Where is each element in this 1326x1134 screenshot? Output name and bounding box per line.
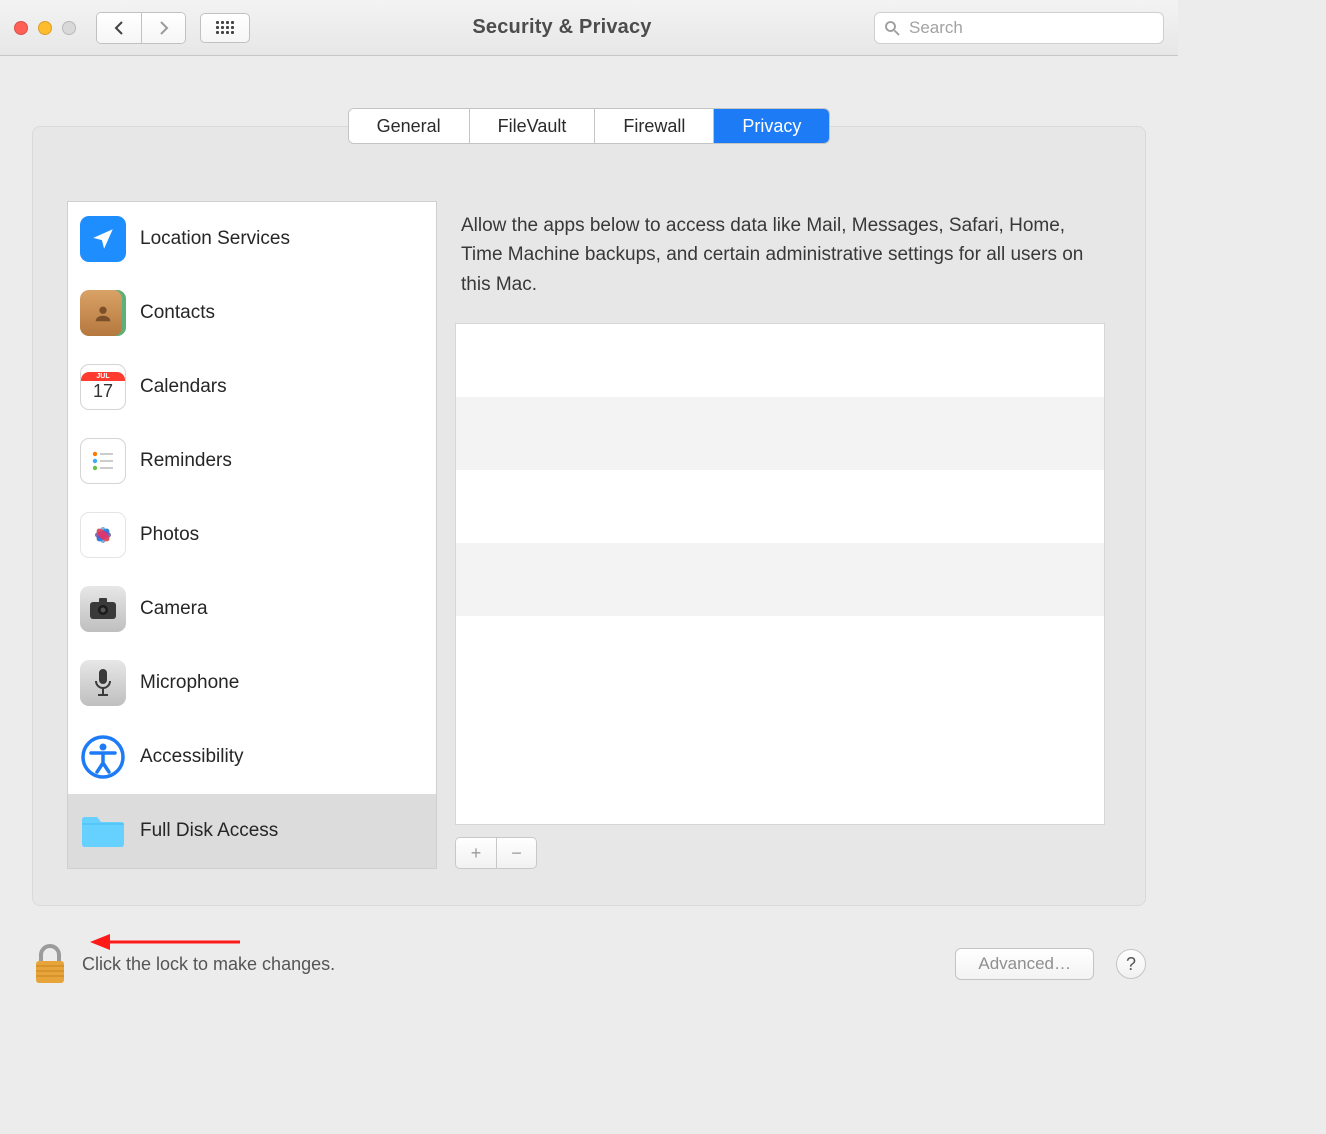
- sidebar-item-full-disk-access[interactable]: Full Disk Access: [68, 794, 436, 868]
- sidebar-item-label: Full Disk Access: [140, 820, 278, 842]
- camera-icon: [80, 586, 126, 632]
- folder-icon: [80, 808, 126, 854]
- microphone-icon: [80, 660, 126, 706]
- minimize-window-button[interactable]: [38, 21, 52, 35]
- tab-privacy[interactable]: Privacy: [713, 109, 829, 143]
- lock-icon: [32, 943, 68, 985]
- show-all-prefs-button[interactable]: [200, 13, 250, 43]
- sidebar-item-label: Calendars: [140, 376, 227, 398]
- add-remove-buttons: + −: [455, 837, 537, 869]
- detail-pane: Allow the apps below to access data like…: [455, 201, 1105, 869]
- contacts-icon: [80, 290, 126, 336]
- sidebar-item-camera[interactable]: Camera: [68, 572, 436, 646]
- nav-segmented: [96, 12, 186, 44]
- tab-general[interactable]: General: [349, 109, 469, 143]
- location-icon: [80, 216, 126, 262]
- sidebar-item-microphone[interactable]: Microphone: [68, 646, 436, 720]
- close-window-button[interactable]: [14, 21, 28, 35]
- chevron-left-icon: [113, 20, 125, 36]
- description-text: Allow the apps below to access data like…: [455, 201, 1105, 323]
- reminders-icon: [80, 438, 126, 484]
- tab-filevault[interactable]: FileVault: [469, 109, 595, 143]
- nav-back-button[interactable]: [97, 13, 141, 43]
- sidebar-item-label: Contacts: [140, 302, 215, 324]
- window-title: Security & Privacy: [250, 16, 874, 39]
- help-button[interactable]: ?: [1116, 949, 1146, 979]
- sidebar-item-calendars[interactable]: JUL 17 Calendars: [68, 350, 436, 424]
- table-row: [456, 397, 1104, 470]
- sidebar-item-accessibility[interactable]: Accessibility: [68, 720, 436, 794]
- sidebar-item-label: Photos: [140, 524, 199, 546]
- sidebar-item-location-services[interactable]: Location Services: [68, 202, 436, 276]
- accessibility-icon: [80, 734, 126, 780]
- nav-forward-button[interactable]: [141, 13, 185, 43]
- calendar-icon: JUL 17: [80, 364, 126, 410]
- privacy-panel: Location Services Contacts JUL 17 Calend…: [32, 126, 1146, 906]
- chevron-right-icon: [158, 20, 170, 36]
- remove-app-button[interactable]: −: [496, 838, 536, 868]
- sidebar-item-label: Camera: [140, 598, 208, 620]
- footer: Click the lock to make changes. Advanced…: [0, 920, 1178, 1008]
- sidebar-item-photos[interactable]: Photos: [68, 498, 436, 572]
- add-app-button[interactable]: +: [456, 838, 496, 868]
- traffic-lights: [14, 21, 76, 35]
- sidebar-item-label: Reminders: [140, 450, 232, 472]
- sidebar-item-label: Location Services: [140, 228, 290, 250]
- lock-message: Click the lock to make changes.: [82, 954, 335, 975]
- search-input[interactable]: [874, 12, 1164, 44]
- grid-icon: [216, 21, 234, 34]
- lock-area[interactable]: Click the lock to make changes.: [32, 943, 335, 985]
- search-field[interactable]: [874, 12, 1164, 44]
- sidebar-item-contacts[interactable]: Contacts: [68, 276, 436, 350]
- tab-firewall[interactable]: Firewall: [594, 109, 713, 143]
- photos-icon: [80, 512, 126, 558]
- calendar-month-label: JUL: [81, 372, 125, 381]
- table-row: [456, 470, 1104, 543]
- table-row: [456, 543, 1104, 616]
- calendar-day-label: 17: [93, 381, 113, 402]
- zoom-window-button[interactable]: [62, 21, 76, 35]
- sidebar-item-label: Microphone: [140, 672, 239, 694]
- sidebar-item-label: Accessibility: [140, 746, 243, 768]
- table-row: [456, 616, 1104, 644]
- table-row: [456, 324, 1104, 397]
- toolbar: Security & Privacy: [0, 0, 1178, 56]
- advanced-button[interactable]: Advanced…: [955, 948, 1094, 980]
- sidebar-item-reminders[interactable]: Reminders: [68, 424, 436, 498]
- tab-bar: General FileVault Firewall Privacy: [348, 108, 831, 144]
- allowed-apps-list[interactable]: [455, 323, 1105, 825]
- privacy-category-sidebar: Location Services Contacts JUL 17 Calend…: [67, 201, 437, 869]
